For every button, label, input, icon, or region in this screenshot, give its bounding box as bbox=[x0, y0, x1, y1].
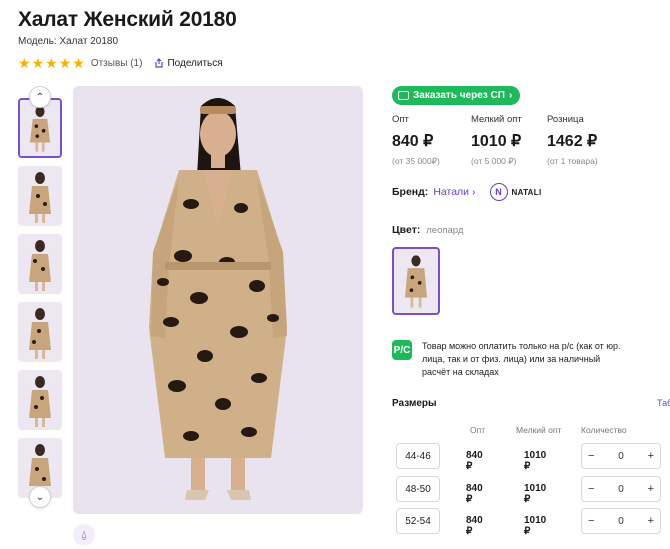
brand-label: Бренд: bbox=[392, 186, 429, 198]
plus-icon[interactable]: + bbox=[648, 450, 654, 462]
price-note: (от 35 000₽) bbox=[392, 156, 440, 166]
header-opt: Опт bbox=[470, 425, 486, 435]
chevron-right-icon: › bbox=[472, 186, 476, 198]
header-qty: Количество bbox=[581, 425, 627, 435]
color-swatch-leopard[interactable] bbox=[392, 247, 440, 315]
star-icon: ★ bbox=[45, 55, 58, 71]
quantity-stepper: − 0 + bbox=[581, 508, 661, 534]
color-label: Цвет: bbox=[392, 224, 421, 236]
product-title: Халат Женский 20180 bbox=[18, 8, 237, 31]
price-opt: Опт 840 ₽ (от 35 000₽) bbox=[392, 114, 440, 167]
price-note: (от 5 000 ₽) bbox=[471, 156, 517, 166]
size-table-link[interactable]: Таб bbox=[657, 398, 670, 408]
hanger-icon[interactable]: ⍙ bbox=[73, 524, 95, 546]
brand-logo-text: NATALI bbox=[511, 187, 542, 197]
small-opt-price: 1010 ₽ bbox=[524, 483, 547, 505]
price-label: Мелкий опт bbox=[471, 114, 522, 125]
share-button[interactable]: Поделиться bbox=[154, 57, 223, 69]
chevron-up-icon: ⌃ bbox=[35, 91, 45, 103]
minus-icon[interactable]: − bbox=[588, 483, 594, 495]
thumbnail-5[interactable] bbox=[18, 370, 62, 430]
brand-link[interactable]: Натали bbox=[433, 186, 469, 198]
price-small-opt: Мелкий опт 1010 ₽ (от 5 000 ₽) bbox=[471, 114, 522, 167]
opt-price: 840 ₽ bbox=[466, 483, 483, 505]
thumbnail-2[interactable] bbox=[18, 166, 62, 226]
size-label: 44-46 bbox=[396, 443, 440, 469]
main-product-image[interactable] bbox=[73, 86, 363, 514]
share-icon bbox=[155, 58, 164, 68]
brand-logo-icon[interactable]: N bbox=[489, 183, 508, 201]
price-label: Розница bbox=[547, 114, 584, 125]
thumbnails-up-arrow[interactable]: ⌃ bbox=[29, 86, 51, 108]
star-icon: ★ bbox=[72, 55, 85, 71]
small-opt-price: 1010 ₽ bbox=[524, 515, 547, 537]
plus-icon[interactable]: + bbox=[648, 515, 654, 527]
thumbnail-strip: ⌃ ⌄ bbox=[18, 86, 62, 514]
thumbnail-3[interactable] bbox=[18, 234, 62, 294]
thumbnails-down-arrow[interactable]: ⌄ bbox=[29, 486, 51, 508]
rating-row: ★ ★ ★ ★ ★ Отзывы (1) Поделиться bbox=[18, 56, 223, 70]
price-value: 1010 ₽ bbox=[471, 133, 522, 150]
color-value: леопард bbox=[426, 225, 464, 236]
reviews-link[interactable]: Отзывы (1) bbox=[91, 58, 143, 69]
product-model: Модель: Халат 20180 bbox=[18, 36, 119, 47]
share-label: Поделиться bbox=[167, 57, 223, 69]
price-label: Опт bbox=[392, 114, 409, 125]
star-icon: ★ bbox=[31, 55, 45, 71]
rating-stars: ★ ★ ★ ★ ★ bbox=[18, 56, 85, 70]
order-via-sp-button[interactable]: Заказать через СП › bbox=[392, 86, 521, 105]
small-opt-price: 1010 ₽ bbox=[524, 450, 547, 472]
chevron-down-icon: ⌄ bbox=[35, 491, 45, 503]
quantity-value[interactable]: 0 bbox=[618, 451, 624, 462]
star-icon: ★ bbox=[18, 55, 31, 71]
cart-icon bbox=[398, 91, 409, 100]
minus-icon[interactable]: − bbox=[588, 450, 594, 462]
opt-price: 840 ₽ bbox=[466, 450, 483, 472]
price-value: 840 ₽ bbox=[392, 133, 434, 150]
sizes-title: Размеры bbox=[392, 398, 437, 409]
opt-price: 840 ₽ bbox=[466, 515, 483, 537]
payment-icon: Р/С bbox=[392, 340, 412, 360]
star-icon: ★ bbox=[58, 55, 72, 71]
size-label: 52-54 bbox=[396, 508, 440, 534]
header-small-opt: Мелкий опт bbox=[516, 425, 562, 435]
color-row: Цвет: леопард bbox=[392, 224, 463, 236]
size-label: 48-50 bbox=[396, 476, 440, 502]
brand-row: Бренд: Натали › N NATALI bbox=[392, 183, 541, 201]
payment-text: Товар можно оплатить только на р/с (как … bbox=[422, 341, 621, 377]
price-retail: Розница 1462 ₽ (от 1 товара) bbox=[547, 114, 598, 166]
plus-icon[interactable]: + bbox=[648, 483, 654, 495]
thumbnail-4[interactable] bbox=[18, 302, 62, 362]
order-button-label: Заказать через СП bbox=[413, 90, 505, 101]
quantity-value[interactable]: 0 bbox=[618, 516, 624, 527]
quantity-value[interactable]: 0 bbox=[618, 484, 624, 495]
chevron-right-icon: › bbox=[508, 90, 513, 101]
quantity-stepper: − 0 + bbox=[581, 476, 661, 502]
price-note: (от 1 товара) bbox=[547, 156, 598, 166]
minus-icon[interactable]: − bbox=[588, 515, 594, 527]
price-value: 1462 ₽ bbox=[547, 133, 598, 150]
quantity-stepper: − 0 + bbox=[581, 443, 661, 469]
payment-info: Р/С Товар можно оплатить только на р/с (… bbox=[392, 340, 622, 379]
